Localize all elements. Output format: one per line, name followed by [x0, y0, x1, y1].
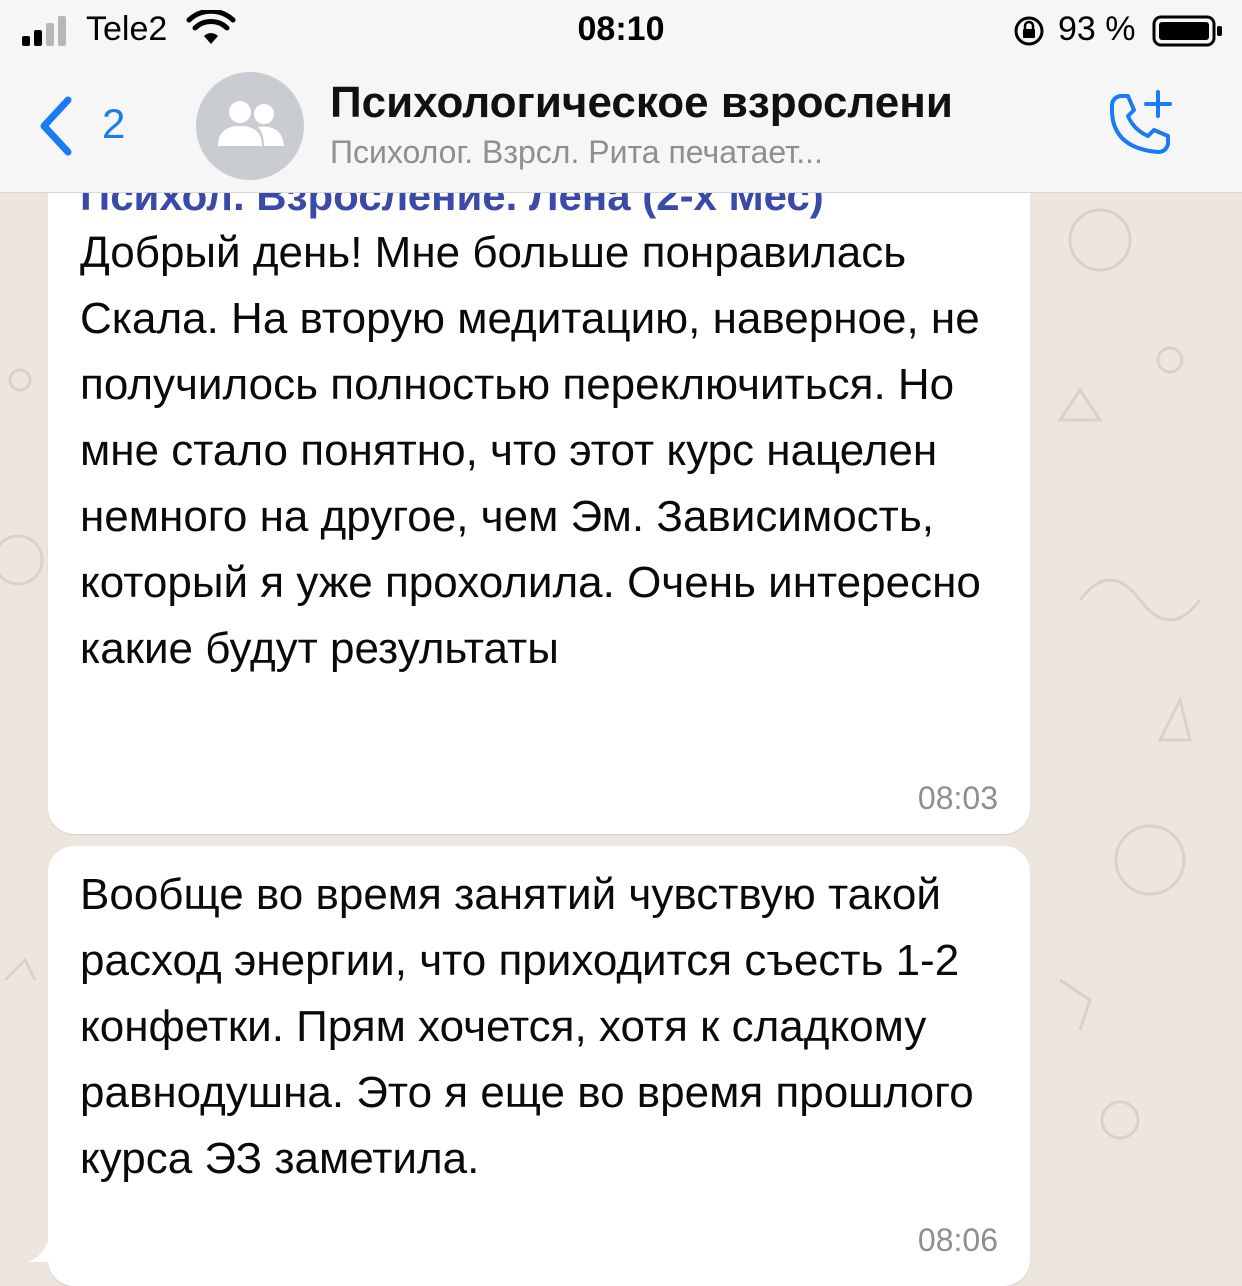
- status-time: 08:10: [577, 10, 665, 48]
- message-time: 08:03: [917, 780, 998, 816]
- rotation-lock-icon: [1014, 16, 1044, 46]
- chat-title[interactable]: Психологическое взрослени: [330, 78, 1030, 128]
- top-bar: Tele2 08:10 93 % 2 Психологическое взрос…: [0, 0, 1242, 193]
- chevron-left-icon[interactable]: [36, 94, 76, 158]
- battery-percent: 93 %: [1058, 10, 1136, 48]
- message-time: 08:06: [917, 1222, 998, 1258]
- message-bubble[interactable]: Психол. Взросление. Лена (2-х Мес) Добры…: [48, 150, 1030, 834]
- bubble-tail: [28, 1236, 68, 1262]
- battery-icon: [1152, 15, 1222, 47]
- group-avatar[interactable]: [196, 72, 304, 180]
- typing-status: Психолог. Взрсл. Рита печатает...: [330, 134, 823, 170]
- message-text: Вообще во время занятий чувствую такой р…: [80, 870, 974, 1183]
- status-bar: Tele2 08:10 93 %: [0, 0, 1242, 64]
- message-bubble[interactable]: Вообще во время занятий чувствую такой р…: [48, 846, 1030, 1286]
- message-text: Добрый день! Мне больше понравилась Скал…: [80, 228, 981, 673]
- chat-header: 2 Психологическое взрослени Психолог. Вз…: [0, 64, 1242, 192]
- add-call-icon[interactable]: [1100, 86, 1180, 166]
- group-avatar-icon: [218, 101, 284, 146]
- back-unread-count[interactable]: 2: [102, 100, 125, 148]
